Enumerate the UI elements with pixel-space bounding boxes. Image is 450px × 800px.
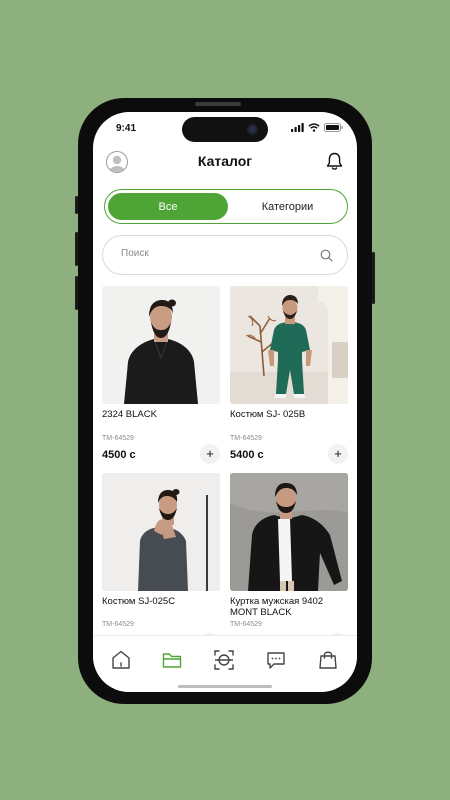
product-card[interactable]: Костюм SJ- 025B TM-64529 5400 с +: [230, 286, 348, 466]
product-image[interactable]: [102, 473, 220, 591]
product-card[interactable]: Куртка мужская 9402 MONT BLACK TM-64529 …: [230, 473, 348, 653]
search-icon[interactable]: [320, 249, 333, 262]
bell-icon[interactable]: [326, 152, 343, 171]
camera-icon: [247, 124, 258, 135]
product-name: Костюм SJ-025C: [102, 596, 176, 607]
product-sku: TM-64529: [102, 621, 134, 628]
folder-icon[interactable]: [161, 649, 183, 671]
catalog-segment-control: Все Категории: [104, 189, 348, 224]
add-to-cart-button[interactable]: +: [328, 444, 348, 464]
chat-icon[interactable]: [265, 649, 287, 671]
bottom-navigation: [93, 635, 357, 692]
app-screen: 9:41 Каталог Все Категории Поиск 2324 BL…: [93, 112, 357, 692]
home-indicator[interactable]: [178, 685, 272, 688]
product-card[interactable]: 2324 BLACK TM-64529 4500 с +: [102, 286, 220, 466]
home-icon[interactable]: [110, 649, 132, 671]
signal-icon: [291, 123, 304, 132]
product-image[interactable]: [230, 286, 348, 404]
product-price: 5400 с: [230, 449, 264, 461]
product-image[interactable]: [102, 286, 220, 404]
product-photo-man-black-jacket: [102, 286, 220, 404]
system-icons: [291, 123, 343, 132]
product-sku: TM-64529: [230, 435, 262, 442]
battery-icon: [324, 123, 343, 132]
status-time: 9:41: [116, 123, 137, 134]
bag-icon[interactable]: [317, 649, 339, 671]
status-bar: 9:41: [93, 112, 357, 144]
product-name: Костюм SJ- 025B: [230, 409, 306, 420]
product-sku: TM-64529: [230, 621, 262, 628]
tab-categories[interactable]: Категории: [230, 193, 345, 220]
product-photo-man-grey-polo: [102, 473, 220, 591]
product-card[interactable]: Костюм SJ-025C TM-64529 +: [102, 473, 220, 653]
phone-speaker: [195, 102, 241, 106]
tab-all[interactable]: Все: [108, 193, 228, 220]
product-name: 2324 BLACK: [102, 409, 157, 420]
search-bar: [102, 235, 348, 275]
product-name: Куртка мужская 9402 MONT BLACK: [230, 596, 324, 618]
search-input[interactable]: [121, 248, 311, 259]
app-header: Каталог: [93, 150, 357, 174]
phone-side-button: [372, 252, 375, 304]
product-image[interactable]: [230, 473, 348, 591]
product-photo-man-black-coat: [230, 473, 348, 591]
scan-icon[interactable]: [213, 649, 235, 671]
product-photo-man-green-suit: [230, 286, 348, 404]
add-to-cart-button[interactable]: +: [200, 444, 220, 464]
page-title: Каталог: [197, 153, 253, 169]
product-price: 4500 с: [102, 449, 136, 461]
wifi-icon: [308, 123, 320, 132]
product-sku: TM-64529: [102, 435, 134, 442]
dynamic-island: [182, 117, 268, 142]
